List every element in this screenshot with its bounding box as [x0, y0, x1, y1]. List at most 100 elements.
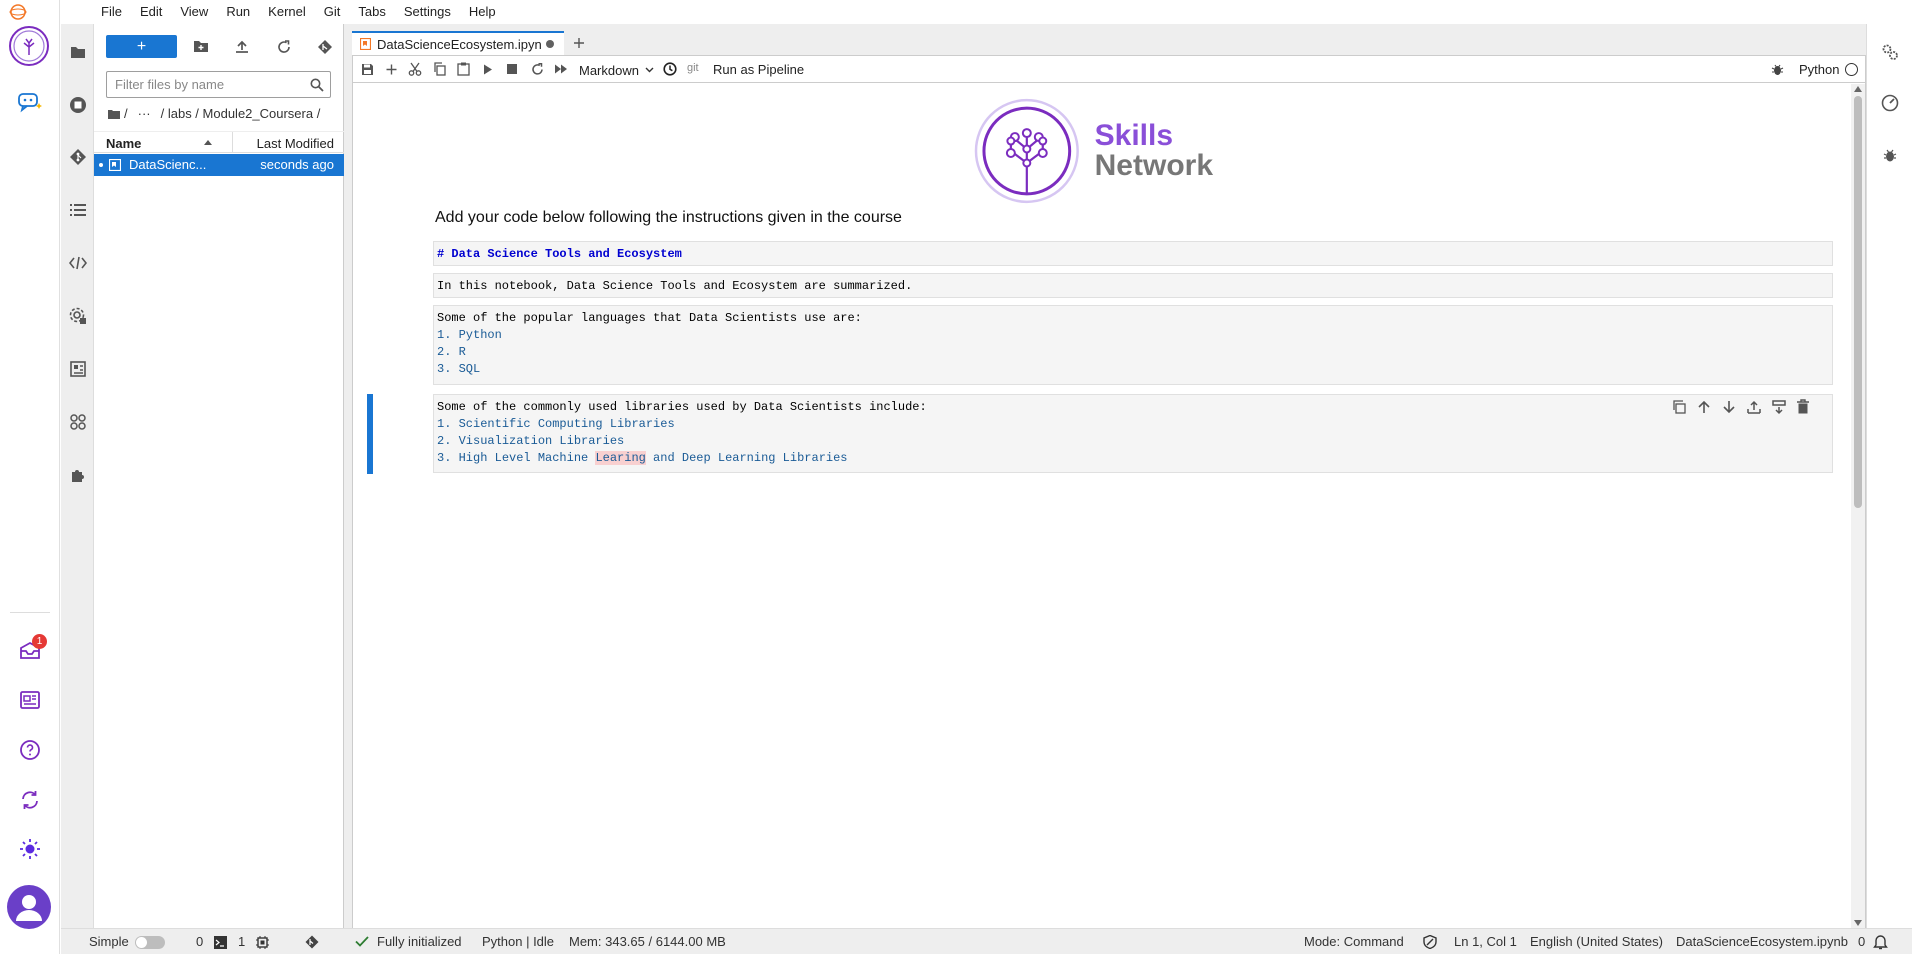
table-of-contents-icon[interactable] [61, 190, 94, 230]
scrollbar-thumb[interactable] [1854, 96, 1862, 508]
cell-1-text: # Data Science Tools and Ecosystem [437, 247, 682, 261]
simple-mode-toggle[interactable] [135, 936, 165, 949]
new-launcher-button[interactable]: + [106, 35, 177, 58]
markdown-cell-4-active[interactable]: Some of the commonly used libraries used… [433, 394, 1833, 473]
restart-run-all-icon[interactable] [549, 58, 573, 80]
delete-cell-icon[interactable] [1796, 399, 1810, 415]
pipeline-components-icon[interactable] [61, 349, 94, 389]
notebook-mode[interactable]: Mode: Command [1304, 934, 1404, 949]
property-inspector-gears-icon[interactable] [1875, 37, 1905, 67]
upload-icon[interactable] [229, 35, 255, 58]
git-label[interactable]: git [687, 62, 699, 74]
git-clone-icon[interactable] [312, 35, 338, 58]
breadcrumb-path[interactable]: / labs / Module2_Coursera / [161, 106, 321, 121]
menu-file[interactable]: File [92, 0, 131, 24]
restart-kernel-icon[interactable] [525, 58, 549, 80]
bell-icon[interactable] [1873, 934, 1888, 950]
git-status-icon[interactable] [305, 935, 319, 949]
help-icon[interactable] [10, 730, 50, 770]
tab-label: DataScienceEcosystem.ipyn [377, 36, 542, 52]
debugger-bug-icon[interactable] [1765, 58, 1789, 80]
news-icon[interactable] [10, 680, 50, 720]
menu-view[interactable]: View [171, 0, 217, 24]
kernel-status[interactable]: Python | Idle [482, 934, 554, 949]
breadcrumb-ellipsis[interactable]: ··· [138, 106, 151, 121]
search-icon[interactable] [310, 78, 324, 92]
cell-4-intro: Some of the commonly used libraries used… [437, 400, 927, 414]
unsaved-dot-icon[interactable] [545, 40, 554, 48]
file-row[interactable]: DataScienc... seconds ago [94, 154, 344, 176]
menu-tabs[interactable]: Tabs [349, 0, 394, 24]
resource-usage-gauge-icon[interactable] [1875, 88, 1905, 118]
kernel-name-button[interactable]: Python [1799, 62, 1839, 77]
menu-run[interactable]: Run [217, 0, 259, 24]
clock-icon[interactable] [658, 58, 682, 80]
language-r: R [458, 345, 466, 359]
cell-type-label: Markdown [579, 62, 639, 78]
cut-icon[interactable] [403, 58, 427, 80]
debugger-panel-bug-icon[interactable] [1875, 140, 1905, 170]
markdown-cell-1[interactable]: # Data Science Tools and Ecosystem [433, 241, 1833, 266]
cursor-position[interactable]: Ln 1, Col 1 [1454, 934, 1517, 949]
breadcrumb-root[interactable]: / [124, 106, 128, 121]
paste-icon[interactable] [451, 58, 475, 80]
trusted-shield-icon[interactable] [1423, 935, 1437, 949]
markdown-cell-2[interactable]: In this notebook, Data Science Tools and… [433, 273, 1833, 298]
copy-icon[interactable] [427, 58, 451, 80]
cell-2-text: In this notebook, Data Science Tools and… [437, 279, 913, 293]
user-avatar-icon[interactable] [6, 884, 52, 930]
rail-divider [10, 612, 50, 613]
skills-network-home-icon[interactable] [7, 24, 51, 68]
theme-toggle-icon[interactable] [10, 829, 50, 869]
new-folder-icon[interactable] [188, 35, 214, 58]
cell-type-dropdown[interactable]: Markdown [579, 60, 654, 80]
save-icon[interactable] [355, 58, 379, 80]
list-number: 3. [437, 362, 459, 376]
extensions-group-icon[interactable] [61, 402, 94, 442]
menu-edit[interactable]: Edit [131, 0, 171, 24]
file-filter-field [106, 71, 331, 98]
code-snippets-icon[interactable] [61, 243, 94, 283]
kernel-count[interactable]: 1 [238, 934, 245, 949]
ai-chat-icon[interactable] [10, 82, 50, 122]
language-python: Python [458, 328, 502, 342]
tab-notebook[interactable]: DataScienceEcosystem.ipyn [352, 31, 564, 55]
markdown-cell-3[interactable]: Some of the popular languages that Data … [433, 305, 1833, 385]
scroll-up-arrow-icon[interactable] [1854, 86, 1862, 92]
file-filter-input[interactable] [107, 72, 297, 97]
interrupt-kernel-icon[interactable] [500, 58, 524, 80]
menu-help[interactable]: Help [460, 0, 505, 24]
scroll-down-arrow-icon[interactable] [1854, 920, 1862, 926]
move-up-icon[interactable] [1696, 399, 1712, 415]
insert-cell-icon[interactable] [379, 58, 403, 80]
insert-below-icon[interactable] [1771, 399, 1787, 415]
inbox-icon[interactable]: 1 [10, 630, 50, 670]
vertical-scrollbar[interactable] [1851, 84, 1865, 928]
menu-settings[interactable]: Settings [395, 0, 460, 24]
folder-icon[interactable] [61, 32, 94, 72]
property-inspector-icon[interactable] [61, 296, 94, 336]
add-tab-button[interactable] [566, 32, 591, 54]
terminal-count[interactable]: 0 [196, 934, 203, 949]
insert-above-icon[interactable] [1746, 399, 1762, 415]
column-name-header[interactable]: Name [106, 136, 141, 151]
refresh-icon[interactable] [271, 35, 297, 58]
main-dock-area: DataScienceEcosystem.ipyn Markdown git R… [344, 24, 1866, 928]
running-sessions-icon[interactable] [61, 85, 94, 125]
duplicate-cell-icon[interactable] [1671, 399, 1687, 415]
active-cell-indicator [367, 394, 373, 474]
puzzle-extension-icon[interactable] [61, 455, 94, 495]
menu-kernel[interactable]: Kernel [259, 0, 315, 24]
run-cell-icon[interactable] [476, 58, 500, 80]
home-folder-icon[interactable] [108, 109, 120, 119]
column-modified-header[interactable]: Last Modified [257, 136, 334, 151]
git-icon[interactable] [61, 137, 94, 177]
spellcheck-language[interactable]: English (United States) [1530, 934, 1663, 949]
sync-icon[interactable] [10, 780, 50, 820]
current-filename[interactable]: DataScienceEcosystem.ipynb [1676, 934, 1848, 949]
menu-git[interactable]: Git [315, 0, 350, 24]
move-down-icon[interactable] [1721, 399, 1737, 415]
tab-bar: DataScienceEcosystem.ipyn [344, 24, 1866, 55]
list-number: 2. [437, 434, 459, 448]
run-as-pipeline-button[interactable]: Run as Pipeline [713, 62, 804, 77]
